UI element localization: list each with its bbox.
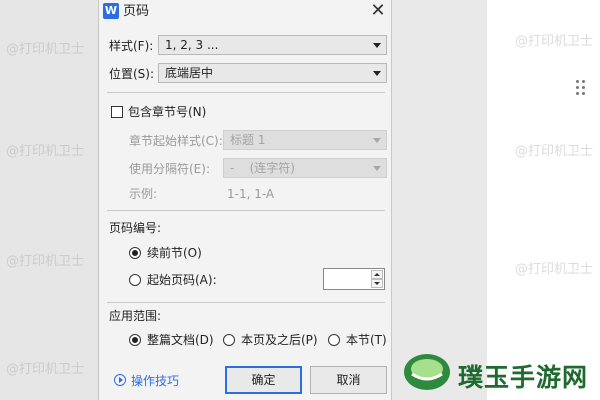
- chapter-start-select[interactable]: 标题 1: [223, 130, 387, 150]
- example-value: 1-1, 1-A: [227, 187, 275, 201]
- example-label: 示例:: [129, 187, 158, 201]
- numbering-group-label: 页码编号:: [109, 221, 162, 235]
- page-number-dialog: W 页码 ✕ 样式(F): 1, 2, 3 ... 位置(S): 底端居中 包含…: [98, 0, 392, 400]
- separator-select[interactable]: - (连字符): [223, 158, 387, 178]
- style-select-value: 1, 2, 3 ...: [165, 38, 219, 52]
- include-chapter-checkbox[interactable]: [111, 106, 123, 118]
- continue-radio[interactable]: [129, 247, 141, 259]
- ok-button[interactable]: 确定: [225, 366, 302, 394]
- include-chapter-label[interactable]: 包含章节号(N): [128, 104, 206, 120]
- chevron-down-icon: [373, 71, 381, 76]
- scope-group-label: 应用范围:: [109, 309, 162, 323]
- style-select[interactable]: 1, 2, 3 ...: [158, 35, 387, 55]
- scope-label-after[interactable]: 本页及之后(P): [241, 332, 318, 348]
- chapter-start-label: 章节起始样式(C):: [129, 134, 223, 148]
- position-select[interactable]: 底端居中: [158, 63, 387, 83]
- play-circle-icon[interactable]: [114, 374, 126, 386]
- chapter-start-value: 标题 1: [230, 133, 266, 147]
- dialog-title: 页码: [123, 4, 150, 19]
- chevron-down-icon: [373, 43, 381, 48]
- divider: [107, 210, 385, 211]
- separator-value: - (连字符): [230, 161, 295, 175]
- wps-writer-icon: W: [103, 3, 119, 19]
- chevron-down-icon: [373, 166, 381, 171]
- start-page-stepper[interactable]: [323, 268, 385, 290]
- chevron-down-icon: [373, 138, 381, 143]
- position-label: 位置(S):: [109, 67, 155, 81]
- background-left: [0, 0, 98, 400]
- document-page: [487, 0, 600, 400]
- divider: [107, 92, 385, 93]
- stepper-up-icon[interactable]: [371, 270, 383, 279]
- brand-logo-icon: [404, 354, 450, 390]
- separator-label: 使用分隔符(E):: [129, 162, 210, 176]
- scope-label-document[interactable]: 整篇文档(D): [147, 332, 214, 348]
- scope-radio-after[interactable]: [223, 334, 235, 346]
- brand-text: 璞玉手游网: [458, 363, 589, 392]
- close-button[interactable]: ✕: [367, 1, 389, 23]
- stepper-buttons: [371, 270, 383, 288]
- scope-label-section[interactable]: 本节(T): [346, 332, 387, 348]
- tips-link[interactable]: 操作技巧: [131, 373, 179, 389]
- position-select-value: 底端居中: [165, 66, 214, 80]
- scope-radio-section[interactable]: [328, 334, 340, 346]
- drag-handle-icon[interactable]: [576, 80, 586, 96]
- start-at-radio[interactable]: [129, 274, 141, 286]
- stepper-down-icon[interactable]: [371, 279, 383, 288]
- start-at-label[interactable]: 起始页码(A):: [147, 272, 217, 288]
- continue-label[interactable]: 续前节(O): [147, 245, 202, 261]
- style-label: 样式(F):: [109, 39, 154, 53]
- divider: [107, 302, 385, 303]
- cancel-button[interactable]: 取消: [310, 366, 387, 394]
- scope-radio-document[interactable]: [129, 334, 141, 346]
- title-bar: W 页码 ✕: [99, 0, 393, 26]
